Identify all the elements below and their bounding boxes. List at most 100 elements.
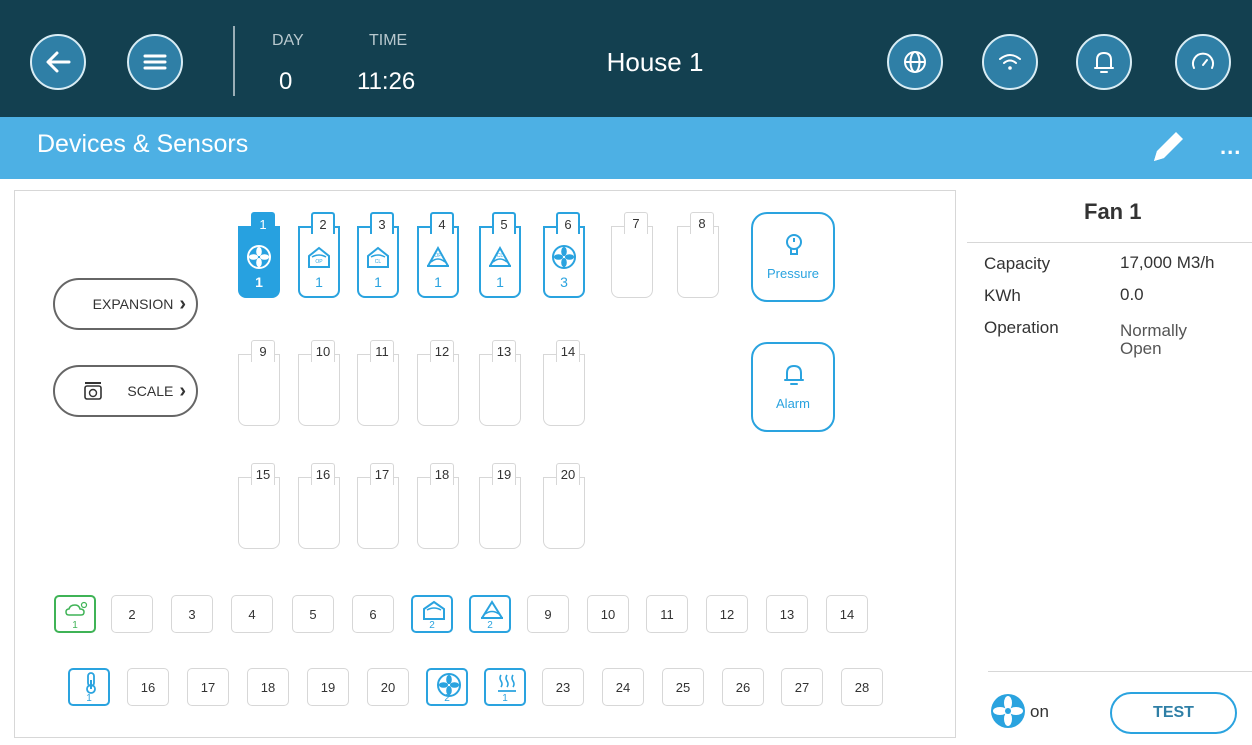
analog-input-12[interactable]: 12: [706, 595, 748, 633]
analog-number: 3: [188, 607, 196, 622]
relay-slot-6[interactable]: 63: [543, 212, 585, 298]
relay-slot-12[interactable]: 12: [417, 340, 459, 426]
relay-slot-19[interactable]: 19: [479, 463, 521, 549]
digital-input-12[interactable]: 26: [722, 668, 764, 706]
alarms-button[interactable]: [1076, 34, 1132, 90]
analog-input-6[interactable]: 6: [352, 595, 394, 633]
relay-slot-7[interactable]: 7: [611, 212, 653, 298]
hamburger-icon: [143, 54, 167, 70]
more-button[interactable]: ...: [1220, 134, 1241, 160]
scale-label: SCALE: [127, 383, 174, 399]
relay-slot-18[interactable]: 18: [417, 463, 459, 549]
analog-input-1[interactable]: 1: [54, 595, 96, 633]
relay-slot-number: 12: [430, 340, 454, 362]
relay-slot-4[interactable]: 4 OP 1: [417, 212, 459, 298]
operation-value-line2: Open: [1120, 339, 1162, 358]
globe-icon: [904, 51, 926, 73]
analog-number: 6: [369, 607, 377, 622]
analog-input-4[interactable]: 4: [231, 595, 273, 633]
day-label: DAY: [272, 32, 304, 49]
relay-slot-1[interactable]: 11: [238, 212, 280, 298]
expansion-button[interactable]: EXPANSION ›: [53, 278, 198, 330]
pressure-button[interactable]: Pressure: [751, 212, 835, 302]
curtain-op-icon: OP: [425, 244, 451, 270]
relay-slot-number: 2: [311, 212, 335, 234]
operation-label: Operation: [984, 318, 1059, 337]
analog-input-5[interactable]: 5: [292, 595, 334, 633]
digital-input-10[interactable]: 24: [602, 668, 644, 706]
alarm-button[interactable]: Alarm: [751, 342, 835, 432]
chevron-right-icon: ›: [179, 292, 186, 315]
digital-input-4[interactable]: 18: [247, 668, 289, 706]
relay-slot-8[interactable]: 8: [677, 212, 719, 298]
relay-slot-17[interactable]: 17: [357, 463, 399, 549]
analog-number: 2: [128, 607, 136, 622]
relay-slot-16[interactable]: 16: [298, 463, 340, 549]
arrow-left-icon: [46, 51, 71, 73]
relay-slot-body: [479, 477, 521, 549]
analog-input-14[interactable]: 14: [826, 595, 868, 633]
relay-slot-2[interactable]: 2 OP 1: [298, 212, 340, 298]
analog-input-3[interactable]: 3: [171, 595, 213, 633]
digital-input-5[interactable]: 19: [307, 668, 349, 706]
relay-slot-number: 20: [556, 463, 580, 485]
digital-input-3[interactable]: 17: [187, 668, 229, 706]
dashboard-button[interactable]: [1175, 34, 1231, 90]
relay-slot-number: 9: [251, 340, 275, 362]
edit-button[interactable]: [1148, 127, 1188, 172]
pencil-icon: [1154, 132, 1183, 161]
digital-input-14[interactable]: 28: [841, 668, 883, 706]
analog-number: 28: [854, 680, 870, 695]
relay-slot-3[interactable]: 3 CL 1: [357, 212, 399, 298]
digital-input-11[interactable]: 25: [662, 668, 704, 706]
analog-input-7[interactable]: 2: [411, 595, 453, 633]
relay-slot-body: [417, 477, 459, 549]
relay-slot-10[interactable]: 10: [298, 340, 340, 426]
time-label: TIME: [369, 32, 408, 49]
svg-text:CL: CL: [375, 259, 382, 265]
analog-input-8[interactable]: 2: [469, 595, 511, 633]
relay-slot-9[interactable]: 9: [238, 340, 280, 426]
bell-icon: [784, 364, 804, 385]
network-button[interactable]: [982, 34, 1038, 90]
analog-number: 24: [615, 680, 631, 695]
back-button[interactable]: [30, 34, 86, 90]
scale-button[interactable]: SCALE ›: [53, 365, 198, 417]
relay-slot-14[interactable]: 14: [543, 340, 585, 426]
analog-input-2[interactable]: 2: [111, 595, 153, 633]
digital-input-9[interactable]: 23: [542, 668, 584, 706]
digital-input-2[interactable]: 16: [127, 668, 169, 706]
analog-number: 27: [794, 680, 810, 695]
digital-input-6[interactable]: 20: [367, 668, 409, 706]
relay-slot-11[interactable]: 11: [357, 340, 399, 426]
page-title: Devices & Sensors: [37, 130, 249, 158]
analog-input-11[interactable]: 11: [646, 595, 688, 633]
capacity-label: Capacity: [984, 254, 1051, 273]
digital-input-1[interactable]: 1: [68, 668, 110, 706]
relay-slot-number: 10: [311, 340, 335, 362]
alarm-label: Alarm: [776, 396, 810, 411]
digital-input-13[interactable]: 27: [781, 668, 823, 706]
analog-number: 12: [719, 607, 735, 622]
analog-input-13[interactable]: 13: [766, 595, 808, 633]
language-button[interactable]: [887, 34, 943, 90]
digital-input-7[interactable]: 2: [426, 668, 468, 706]
relay-slot-13[interactable]: 13: [479, 340, 521, 426]
analog-number: 26: [735, 680, 751, 695]
relay-slot-number: 4: [430, 212, 454, 234]
relay-slot-15[interactable]: 15: [238, 463, 280, 549]
analog-input-9[interactable]: 9: [527, 595, 569, 633]
menu-button[interactable]: [127, 34, 183, 90]
relay-slot-number: 1: [251, 212, 275, 234]
test-button[interactable]: TEST: [1110, 692, 1237, 734]
relay-slot-body: [677, 226, 719, 298]
relay-slot-20[interactable]: 20: [543, 463, 585, 549]
pressure-gauge-icon: [786, 234, 802, 255]
relay-slot-number: 17: [370, 463, 394, 485]
analog-input-10[interactable]: 10: [587, 595, 629, 633]
digital-input-8[interactable]: 1: [484, 668, 526, 706]
relay-slot-5[interactable]: 5 CL 1: [479, 212, 521, 298]
info-divider: [967, 242, 1252, 243]
relay-slot-number: 7: [624, 212, 648, 234]
analog-number: 11: [660, 607, 674, 622]
